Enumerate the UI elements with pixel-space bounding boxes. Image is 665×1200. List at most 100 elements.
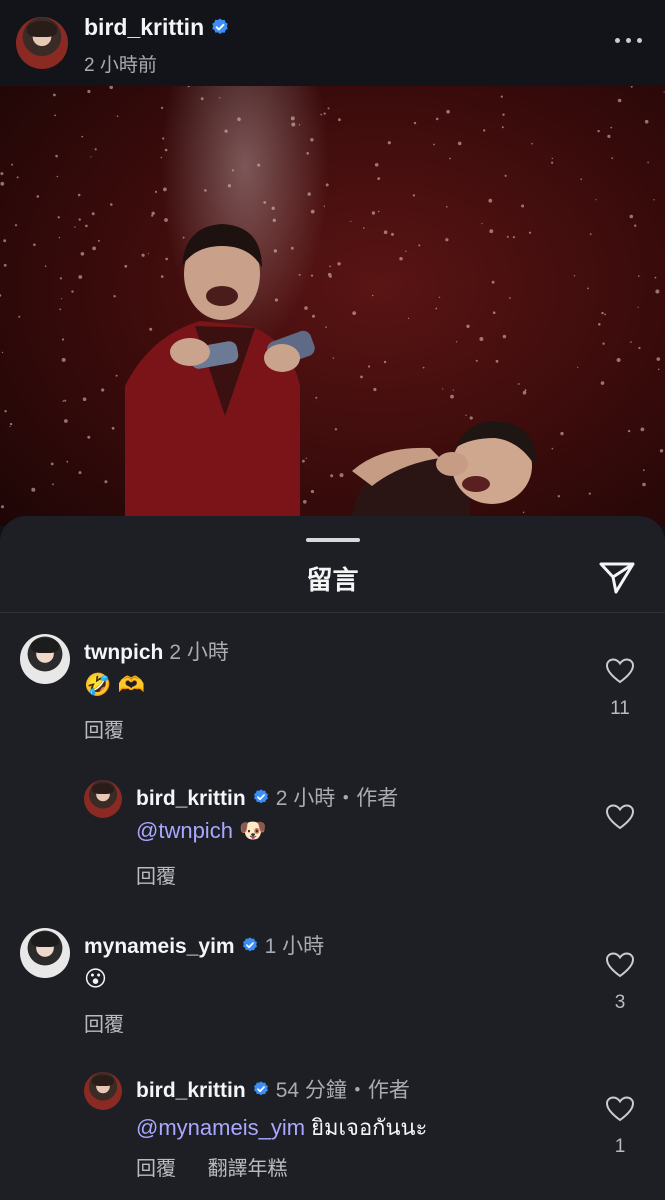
- translate-button[interactable]: 翻譯年糕: [208, 1158, 288, 1180]
- commenter-avatar[interactable]: [20, 928, 70, 978]
- sparkle-dot: [9, 425, 11, 427]
- reply-button[interactable]: 回覆: [84, 720, 124, 742]
- comment-username-text[interactable]: twnpich: [84, 641, 163, 664]
- comment-username[interactable]: twnpich 2 小時: [84, 636, 229, 666]
- share-button[interactable]: [597, 558, 637, 596]
- sparkle-dot: [644, 119, 649, 124]
- sparkle-dot: [204, 189, 207, 192]
- sparkle-dot: [337, 262, 341, 266]
- sparkle-dot: [52, 483, 54, 486]
- sparkle-dot: [14, 224, 18, 227]
- sparkle-dot: [334, 428, 338, 431]
- heart-icon: [606, 804, 634, 830]
- sparkle-dot: [160, 156, 163, 159]
- sparkle-dot: [74, 226, 76, 228]
- sparkle-dot: [71, 290, 74, 293]
- sheet-drag-handle[interactable]: [306, 538, 360, 542]
- comment-time: 54 分鐘・作者: [275, 1079, 410, 1102]
- sparkle-dot: [457, 141, 462, 146]
- more-options-button[interactable]: [615, 28, 643, 52]
- comment-username-text[interactable]: bird_krittin: [136, 1079, 246, 1102]
- author-avatar[interactable]: [16, 17, 68, 69]
- sparkle-dot: [630, 86, 633, 88]
- sparkle-dot: [77, 193, 81, 197]
- sparkle-dot: [371, 211, 376, 215]
- commenter-avatar[interactable]: [84, 1072, 122, 1110]
- sparkle-dot: [124, 264, 128, 268]
- post-photo[interactable]: [0, 86, 665, 526]
- comment-username-text[interactable]: mynameis_yim: [84, 935, 235, 958]
- sparkle-dot: [271, 206, 275, 210]
- sparkle-dot: [642, 469, 645, 472]
- sparkle-dot: [339, 473, 344, 478]
- sparkle-dot: [162, 137, 165, 140]
- sparkle-dot: [422, 366, 425, 369]
- comment-text: @mynameis_yim ยิมเจอกันนะ: [136, 1110, 427, 1145]
- commenter-avatar[interactable]: [20, 634, 70, 684]
- sparkle-dot: [164, 148, 168, 152]
- sparkle-dot: [290, 246, 294, 250]
- comment-text-rest: 🐶: [232, 818, 267, 843]
- sparkle-dot: [521, 204, 525, 208]
- sparkle-dot: [551, 161, 554, 164]
- more-dot-icon: [615, 38, 620, 43]
- comment-text-rest: ยิมเจอกันนะ: [305, 1115, 428, 1140]
- mention-link[interactable]: @twnpich: [136, 818, 233, 843]
- comment-actions: 回覆: [84, 1008, 150, 1037]
- sparkle-dot: [320, 113, 323, 116]
- sparkle-dot: [501, 126, 504, 129]
- like-button[interactable]: 11: [603, 658, 637, 720]
- sparkle-dot: [323, 205, 326, 207]
- comment-username[interactable]: bird_krittin 2 小時・作者: [136, 782, 398, 812]
- sparkle-dot: [231, 169, 234, 172]
- sparkle-dot: [164, 218, 168, 222]
- sparkle-dot: [154, 190, 158, 193]
- sparkle-dot: [363, 227, 365, 229]
- sparkle-dot: [50, 462, 54, 466]
- sparkle-dot: [638, 346, 641, 350]
- reply-button[interactable]: 回覆: [136, 1158, 176, 1180]
- sparkle-dot: [307, 192, 311, 196]
- sparkle-dot: [304, 306, 308, 310]
- sparkle-dot: [399, 257, 403, 261]
- comment-time: 2 小時・作者: [275, 787, 399, 810]
- like-button[interactable]: [603, 804, 637, 830]
- sparkle-dot: [16, 176, 19, 179]
- sparkle-dot: [531, 142, 533, 145]
- like-button[interactable]: 1: [603, 1096, 637, 1158]
- sparkle-dot: [446, 206, 448, 208]
- reply-button[interactable]: 回覆: [136, 866, 176, 888]
- mention-link[interactable]: @mynameis_yim: [136, 1115, 305, 1140]
- sparkle-dot: [110, 203, 113, 206]
- sparkle-dot: [257, 163, 261, 167]
- sparkle-dot: [327, 107, 330, 110]
- sparkle-dot: [455, 341, 458, 343]
- sparkle-dot: [577, 366, 579, 368]
- reply-button[interactable]: 回覆: [84, 1014, 124, 1036]
- sparkle-dot: [391, 232, 394, 236]
- commenter-avatar[interactable]: [84, 780, 122, 818]
- comment-username[interactable]: mynameis_yim 1 小時: [84, 930, 324, 960]
- sparkle-dot: [298, 273, 301, 276]
- sparkle-dot: [517, 383, 520, 385]
- verified-badge-icon: [242, 937, 257, 952]
- comment-username[interactable]: bird_krittin 54 分鐘・作者: [136, 1074, 410, 1104]
- sparkle-dot: [4, 410, 7, 413]
- sparkle-dot: [600, 381, 605, 385]
- sparkle-dot: [310, 274, 314, 277]
- comment-text: @twnpich 🐶: [136, 818, 266, 844]
- author-username[interactable]: bird_krittin: [84, 14, 230, 41]
- sparkle-dot: [383, 230, 388, 234]
- sparkle-dot: [78, 471, 82, 475]
- sparkle-dot: [405, 250, 407, 252]
- author-username-text[interactable]: bird_krittin: [84, 14, 204, 40]
- sparkle-dot: [611, 157, 614, 159]
- sparkle-dot: [165, 257, 168, 261]
- sparkle-dot: [475, 359, 478, 362]
- sparkle-dot: [504, 174, 507, 177]
- like-button[interactable]: 3: [603, 952, 637, 1014]
- comment-username-text[interactable]: bird_krittin: [136, 787, 246, 810]
- sparkle-dot: [350, 220, 352, 222]
- sparkle-dot: [182, 236, 185, 239]
- sparkle-dot: [91, 212, 95, 216]
